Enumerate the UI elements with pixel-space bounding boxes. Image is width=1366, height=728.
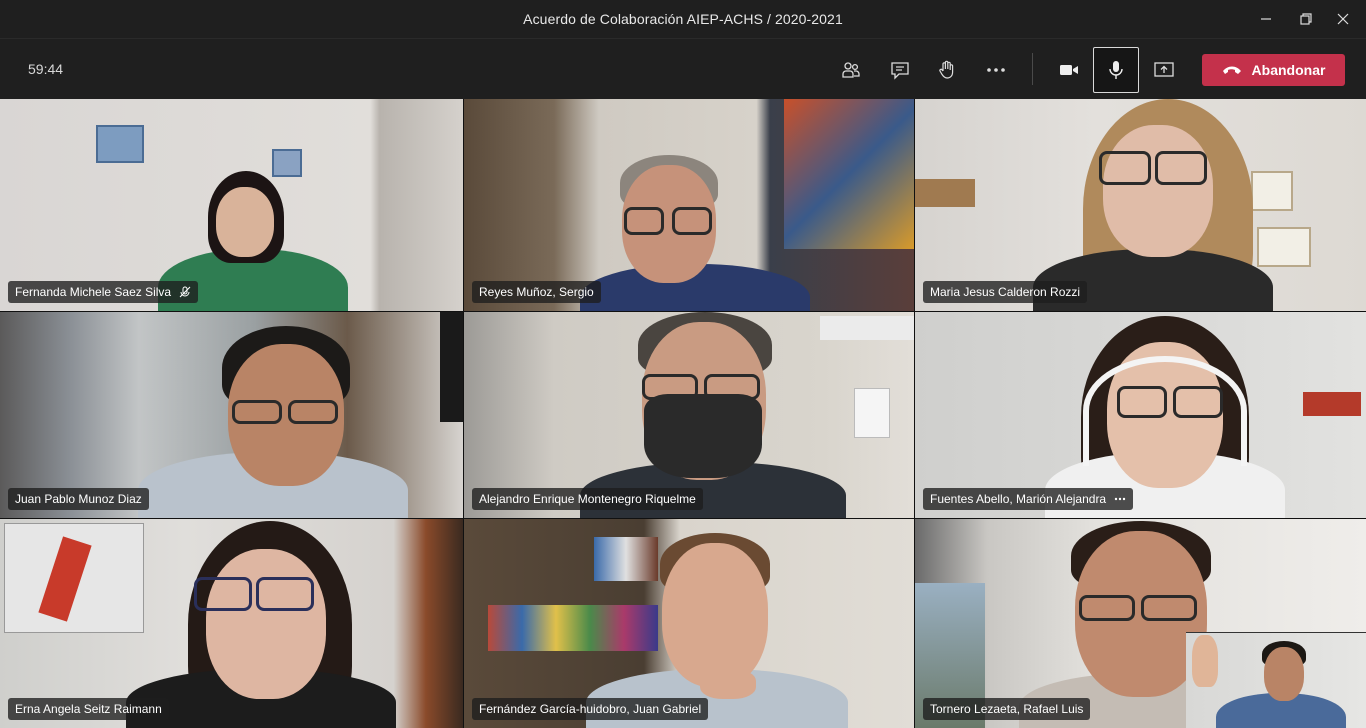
participant-name-tag: Juan Pablo Munoz Diaz bbox=[8, 488, 149, 510]
chat-button[interactable] bbox=[877, 47, 923, 93]
wall-picture bbox=[96, 125, 144, 163]
video-tile[interactable]: Erna Angela Seitz Raimann bbox=[0, 519, 463, 728]
title-bar: Acuerdo de Colaboración AIEP-ACHS / 2020… bbox=[0, 0, 1366, 38]
participant-name: Juan Pablo Munoz Diaz bbox=[15, 492, 142, 506]
camera-icon bbox=[1060, 65, 1078, 75]
participant-name-tag: Erna Angela Seitz Raimann bbox=[8, 698, 169, 720]
wall-picture bbox=[1257, 227, 1311, 267]
video-tile[interactable]: Maria Jesus Calderon Rozzi bbox=[915, 99, 1366, 311]
video-tile[interactable]: Reyes Muñoz, Sergio bbox=[464, 99, 914, 311]
participant-name-tag: Tornero Lezaeta, Rafael Luis bbox=[923, 698, 1091, 720]
participant-name-tag: Maria Jesus Calderon Rozzi bbox=[923, 281, 1088, 303]
wall-frame bbox=[440, 312, 463, 422]
video-tile[interactable]: Fernanda Michele Saez Silva bbox=[0, 99, 463, 311]
chat-icon bbox=[891, 62, 909, 80]
leave-button[interactable]: Abandonar bbox=[1202, 54, 1345, 86]
camera-button[interactable] bbox=[1046, 47, 1092, 93]
meeting-timer: 59:44 bbox=[28, 61, 64, 77]
more-options-icon bbox=[987, 68, 1005, 72]
maximize-icon bbox=[1300, 13, 1312, 25]
air-conditioner bbox=[820, 316, 914, 340]
participant-name: Alejandro Enrique Montenegro Riquelme bbox=[479, 492, 696, 506]
wall-picture bbox=[272, 149, 302, 177]
microphone-icon bbox=[1109, 61, 1123, 79]
bookshelf bbox=[594, 537, 658, 581]
share-screen-icon bbox=[1154, 62, 1174, 77]
waving-hand bbox=[1192, 635, 1218, 687]
self-view-tile[interactable] bbox=[1186, 632, 1366, 728]
leave-label: Abandonar bbox=[1251, 62, 1326, 78]
wall-sign bbox=[854, 388, 890, 438]
participant-name: Erna Angela Seitz Raimann bbox=[15, 702, 162, 716]
participant-name: Fernández García-huidobro, Juan Gabriel bbox=[479, 702, 702, 716]
participants-icon bbox=[842, 62, 860, 78]
participant-name-tag: Fernández García-huidobro, Juan Gabriel bbox=[472, 698, 709, 720]
participant-name-tag: Fuentes Abello, Marión Alejandra bbox=[923, 488, 1134, 510]
bookshelf bbox=[488, 605, 658, 651]
toolbar-divider bbox=[1032, 53, 1033, 85]
participant-name-tag: Fernanda Michele Saez Silva bbox=[8, 281, 199, 303]
participant-name: Fuentes Abello, Marión Alejandra bbox=[930, 492, 1107, 506]
meeting-toolbar: 59:44 Abandonar bbox=[0, 38, 1366, 99]
video-tile[interactable]: Fernández García-huidobro, Juan Gabriel bbox=[464, 519, 914, 728]
close-icon bbox=[1337, 13, 1349, 25]
video-tile[interactable]: Alejandro Enrique Montenegro Riquelme bbox=[464, 312, 914, 518]
more-options-button[interactable] bbox=[973, 47, 1019, 93]
participant-name: Tornero Lezaeta, Rafael Luis bbox=[930, 702, 1084, 716]
video-tile[interactable]: Fuentes Abello, Marión Alejandra bbox=[915, 312, 1366, 518]
window-title: Acuerdo de Colaboración AIEP-ACHS / 2020… bbox=[523, 11, 843, 27]
raise-hand-button[interactable] bbox=[924, 47, 970, 93]
participant-name: Reyes Muñoz, Sergio bbox=[479, 285, 594, 299]
participants-button[interactable] bbox=[828, 47, 874, 93]
video-tile[interactable]: Juan Pablo Munoz Diaz bbox=[0, 312, 463, 518]
raise-hand-icon bbox=[939, 60, 954, 79]
share-screen-button[interactable] bbox=[1141, 47, 1187, 93]
video-grid: Fernanda Michele Saez Silva Reyes Muñoz,… bbox=[0, 99, 1366, 728]
wall-shelf bbox=[915, 179, 975, 207]
participant-name-tag: Alejandro Enrique Montenegro Riquelme bbox=[472, 488, 703, 510]
close-button[interactable] bbox=[1320, 0, 1366, 38]
participant-name: Fernanda Michele Saez Silva bbox=[15, 285, 172, 299]
wall-painting bbox=[784, 99, 914, 249]
participant-name-tag: Reyes Muñoz, Sergio bbox=[472, 281, 601, 303]
hand bbox=[700, 669, 756, 699]
wall-sign bbox=[1303, 392, 1361, 416]
participant-name: Maria Jesus Calderon Rozzi bbox=[930, 285, 1081, 299]
more-options-icon[interactable] bbox=[1114, 493, 1126, 505]
microphone-button[interactable] bbox=[1093, 47, 1139, 93]
wall-picture bbox=[1251, 171, 1293, 211]
minimize-icon bbox=[1261, 18, 1271, 20]
hang-up-icon bbox=[1222, 66, 1241, 74]
muted-microphone-icon bbox=[179, 286, 191, 298]
